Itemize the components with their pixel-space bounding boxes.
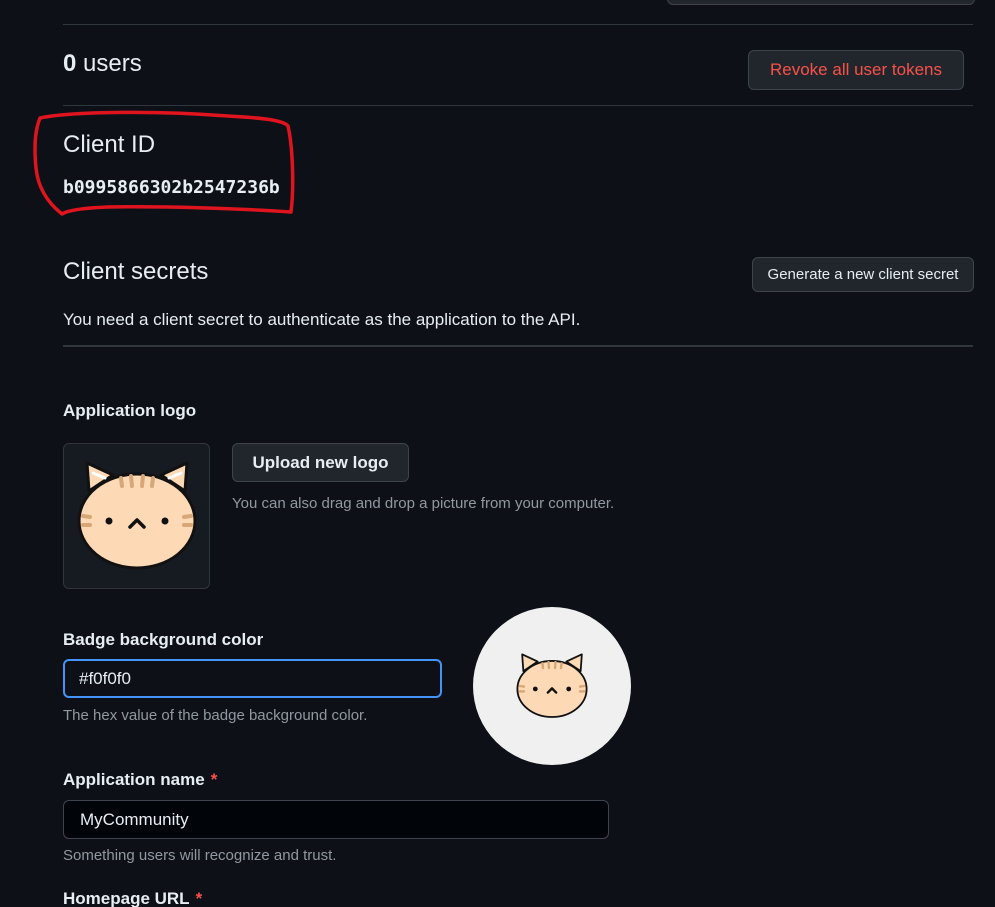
homepage-url-label: Homepage URL *	[63, 889, 202, 907]
required-mark: *	[195, 889, 203, 907]
upload-hint: You can also drag and drop a picture fro…	[232, 495, 615, 512]
application-logo-label: Application logo	[63, 401, 197, 420]
users-count: 0 users	[63, 50, 142, 78]
application-name-hint: Something users will recognize and trust…	[63, 847, 337, 864]
app-settings-page: 0 users Revoke all user tokens Client ID…	[0, 0, 995, 907]
application-name-input[interactable]	[63, 800, 609, 839]
generate-client-secret-button[interactable]: Generate a new client secret	[752, 257, 974, 292]
badge-preview	[473, 607, 631, 765]
upload-new-logo-button[interactable]: Upload new logo	[232, 443, 409, 482]
client-secrets-title: Client secrets	[63, 258, 209, 285]
badge-background-color-hint: The hex value of the badge background co…	[63, 707, 368, 724]
application-name-label: Application name *	[63, 770, 217, 790]
cat-face-icon	[77, 461, 196, 570]
badge-background-color-input[interactable]	[63, 659, 442, 698]
users-count-label: users	[76, 50, 142, 77]
cat-face-icon	[516, 653, 588, 718]
badge-background-color-label: Badge background color	[63, 630, 264, 649]
users-count-number: 0	[63, 50, 77, 77]
revoke-all-user-tokens-button[interactable]: Revoke all user tokens	[748, 50, 964, 90]
client-secrets-description: You need a client secret to authenticate…	[63, 310, 581, 329]
top-button-partial[interactable]	[667, 0, 975, 5]
client-id-value: b0995866302b2547236b	[63, 177, 280, 198]
red-annotation-outline	[33, 110, 295, 216]
application-name-label-text: Application name	[63, 770, 205, 789]
required-mark: *	[210, 770, 218, 789]
divider	[63, 345, 973, 347]
divider	[63, 105, 973, 106]
application-logo-preview	[63, 443, 210, 589]
client-id-title: Client ID	[63, 131, 156, 158]
divider	[63, 24, 973, 25]
homepage-url-label-text: Homepage URL	[63, 889, 190, 907]
